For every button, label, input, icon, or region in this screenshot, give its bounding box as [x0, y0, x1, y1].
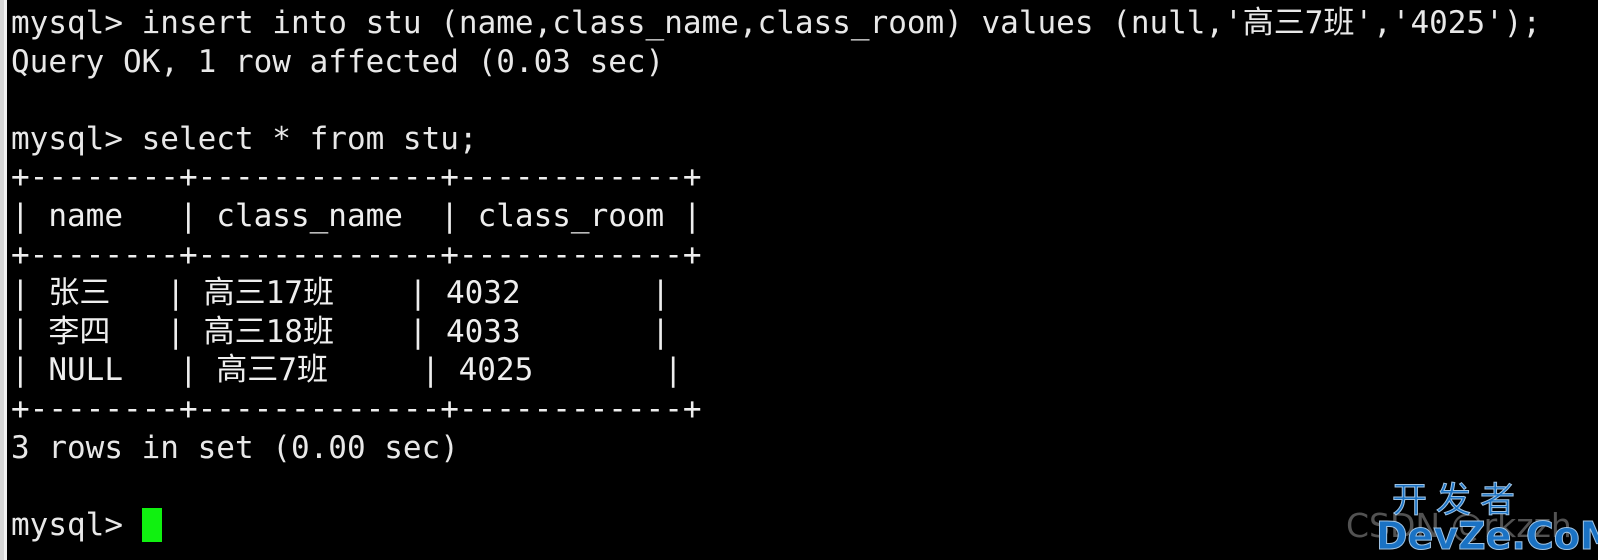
text-cursor	[141, 507, 162, 542]
table-separator-top: +--------+-------------+------------+	[11, 159, 702, 196]
terminal-prompt-line[interactable]: mysql>	[11, 506, 1598, 545]
terminal-line-select-command: mysql> select * from stu;	[11, 120, 478, 157]
prompt-label: mysql>	[11, 506, 142, 543]
table-row: | 李四 | 高三18班 | 4033 |	[11, 313, 670, 350]
terminal-line-row-count: 3 rows in set (0.00 sec)	[11, 429, 459, 466]
terminal-line-insert-command: mysql> insert into stu (name,class_name,…	[11, 5, 1542, 41]
window-left-border-highlight	[4, 0, 7, 560]
terminal-line-blank-2	[11, 467, 1598, 506]
table-separator-middle: +--------+-------------+------------+	[11, 236, 702, 273]
mysql-terminal-window[interactable]: mysql> insert into stu (name,class_name,…	[0, 0, 1598, 560]
table-header-row: | name | class_name | class_room |	[11, 197, 702, 234]
terminal-line-insert-result: Query OK, 1 row affected (0.03 sec)	[11, 43, 665, 80]
table-row: | NULL | 高三7班 | 4025 |	[11, 352, 683, 389]
table-separator-bottom: +--------+-------------+------------+	[11, 390, 702, 427]
terminal-line-blank-1	[11, 81, 1598, 120]
terminal-screen[interactable]: mysql> insert into stu (name,class_name,…	[11, 4, 1598, 560]
table-row: | 张三 | 高三17班 | 4032 |	[11, 275, 670, 312]
